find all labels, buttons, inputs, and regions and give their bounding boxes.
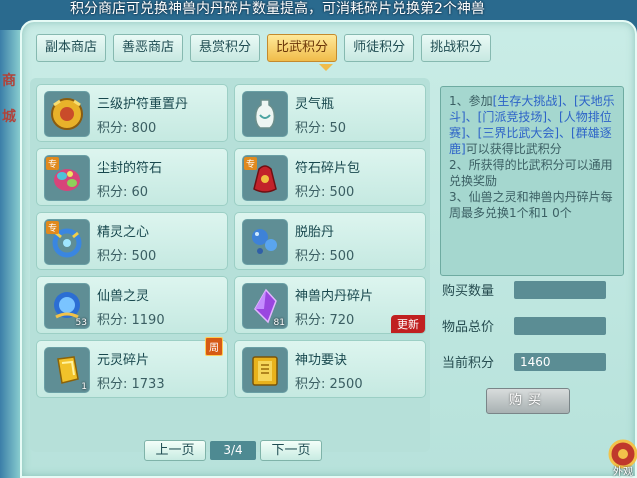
item-price: 积分: 2500 xyxy=(295,377,363,392)
side-char-2: 城 xyxy=(2,109,16,125)
spirit-orb-icon: 53 xyxy=(44,283,90,329)
item-name: 灵气瓶 xyxy=(295,97,335,112)
item-price: 积分: 500 xyxy=(295,185,355,200)
page-indicator: 3/4 xyxy=(210,441,256,460)
weekly-badge: 周 xyxy=(205,337,223,356)
medallion-icon xyxy=(44,91,90,137)
shop-item[interactable]: 神功要诀 积分: 2500 xyxy=(234,340,426,398)
shop-item[interactable]: 专 符石碎片包 积分: 500 xyxy=(234,148,426,206)
tab-bounty-points[interactable]: 悬赏积分 xyxy=(190,34,261,62)
item-name: 仙兽之灵 xyxy=(97,289,150,304)
rule-1-suffix: 可以获得比武积分 xyxy=(465,142,562,156)
gold-shard-icon: 1 xyxy=(44,347,90,393)
update-badge: 更新 xyxy=(391,315,425,333)
next-page-button[interactable]: 下一页 xyxy=(260,440,322,461)
rule-2: 2、所获得的比武积分可以通用兑换奖励 xyxy=(449,158,613,188)
pagination: 上一页 3/4 下一页 xyxy=(144,440,322,461)
item-quantity: 1 xyxy=(81,382,87,392)
shop-item[interactable]: 专 精灵之心 积分: 500 xyxy=(36,212,228,270)
buy-quantity-input[interactable] xyxy=(514,280,606,299)
item-name: 脱胎丹 xyxy=(295,225,335,240)
appearance-label: 外观 xyxy=(613,467,633,478)
total-price-row: 物品总价 xyxy=(442,316,606,335)
current-points-row: 当前积分 1460 xyxy=(442,352,606,371)
shop-item[interactable]: 1 元灵碎片 积分: 1733 周 xyxy=(36,337,228,398)
buy-button[interactable]: 购买 xyxy=(486,388,570,414)
tab-bar: 副本商店 善恶商店 悬赏积分 比武积分 师徒积分 挑战积分 xyxy=(36,34,498,64)
item-quantity: 53 xyxy=(75,318,87,328)
rule-3: 3、仙兽之灵和神兽内丹碎片每周最多兑换1个和1 0个 xyxy=(449,190,613,220)
item-price: 积分: 500 xyxy=(97,249,157,264)
tab-arena-points[interactable]: 比武积分 xyxy=(267,34,338,62)
tab-dungeon-shop[interactable]: 副本商店 xyxy=(36,34,107,62)
blue-ring-icon: 专 xyxy=(44,219,90,265)
exclusive-tag: 专 xyxy=(244,157,258,170)
current-points-label: 当前积分 xyxy=(442,356,495,371)
item-name: 神功要诀 xyxy=(295,353,348,368)
buy-quantity-row: 购买数量 xyxy=(442,280,606,299)
prev-page-button[interactable]: 上一页 xyxy=(144,440,206,461)
item-name: 精灵之心 xyxy=(97,225,150,240)
item-price: 积分: 1733 xyxy=(97,377,165,392)
shop-item[interactable]: 灵气瓶 积分: 50 xyxy=(234,84,426,142)
item-price: 积分: 720 xyxy=(295,313,355,328)
item-name: 三级护符重置丹 xyxy=(97,97,189,112)
shop-item[interactable]: 专 尘封的符石 积分: 60 xyxy=(36,148,228,206)
item-price: 积分: 500 xyxy=(295,249,355,264)
purple-crystal-icon: 81 xyxy=(242,283,288,329)
item-grid: 三级护符重置丹 积分: 800 灵气瓶 积分: 50 专 尘封的符石 积分: 6… xyxy=(30,78,430,452)
current-points-value: 1460 xyxy=(514,352,606,371)
shop-item[interactable]: 三级护符重置丹 积分: 800 xyxy=(36,84,228,142)
item-name: 神兽内丹碎片 xyxy=(295,289,374,304)
vase-icon xyxy=(242,91,288,137)
side-char-1: 商 xyxy=(2,73,16,89)
gem-stone-icon: 专 xyxy=(44,155,90,201)
item-price: 积分: 800 xyxy=(97,121,157,136)
appearance-shortcut[interactable]: 外观 xyxy=(603,428,637,478)
active-tab-pointer xyxy=(319,64,333,71)
item-quantity: 81 xyxy=(273,318,285,328)
red-bag-icon: 专 xyxy=(242,155,288,201)
total-price-value xyxy=(514,316,606,335)
item-price: 积分: 50 xyxy=(295,121,347,136)
shop-item[interactable]: 81 神兽内丹碎片 积分: 720 更新 xyxy=(234,276,426,334)
exclusive-tag: 专 xyxy=(46,221,60,234)
rules-description: 1、参加[生存大挑战]、[天地乐斗]、[门派竞技场]、[人物排位赛]、[三界比武… xyxy=(440,86,624,276)
side-nav-strip[interactable]: 商 城 xyxy=(0,30,22,478)
item-name: 符石碎片包 xyxy=(295,161,361,176)
tab-karma-shop[interactable]: 善恶商店 xyxy=(113,34,184,62)
buy-quantity-label: 购买数量 xyxy=(442,284,495,299)
gold-book-icon xyxy=(242,347,288,393)
tab-challenge-points[interactable]: 挑战积分 xyxy=(421,34,492,62)
shop-item[interactable]: 脱胎丹 积分: 500 xyxy=(234,212,426,270)
item-name: 元灵碎片 xyxy=(97,353,150,368)
tab-mentor-points[interactable]: 师徒积分 xyxy=(344,34,415,62)
marquee-notice: 积分商店可兑换神兽内丹碎片数量提高，可消耗碎片兑换第2个神兽 xyxy=(70,1,485,17)
item-price: 积分: 60 xyxy=(97,185,149,200)
exclusive-tag: 专 xyxy=(46,157,60,170)
total-price-label: 物品总价 xyxy=(442,320,495,335)
item-price: 积分: 1190 xyxy=(97,313,165,328)
blue-pill-icon xyxy=(242,219,288,265)
rule-1-prefix: 1、参加 xyxy=(449,94,493,108)
item-name: 尘封的符石 xyxy=(97,161,163,176)
shop-item[interactable]: 53 仙兽之灵 积分: 1190 xyxy=(36,276,228,334)
shop-panel: 副本商店 善恶商店 悬赏积分 比武积分 师徒积分 挑战积分 三级护符重置丹 积分… xyxy=(20,20,637,478)
